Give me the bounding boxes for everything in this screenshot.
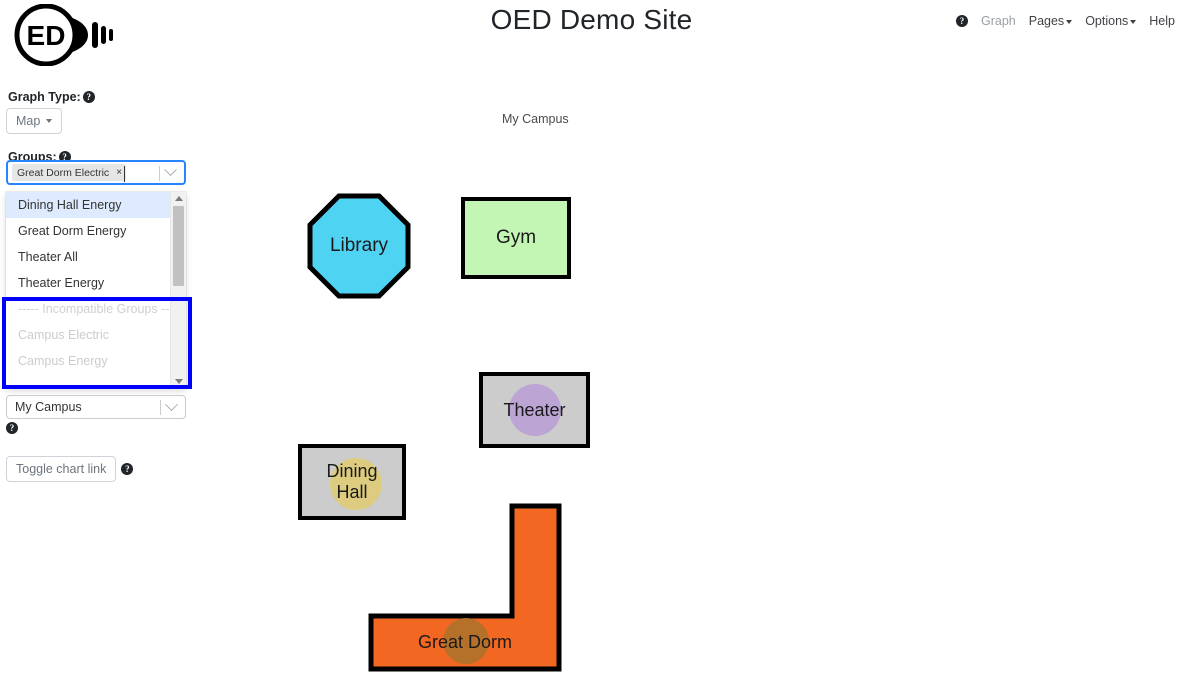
- graph-type-map-button[interactable]: Map: [6, 108, 63, 134]
- dropdown-chevron-icon[interactable]: [161, 396, 181, 418]
- building-usage-marker: [509, 384, 561, 436]
- dropdown-chevron-icon[interactable]: [160, 162, 180, 183]
- map-selector-value: My Campus: [15, 400, 82, 414]
- groups-dropdown-menu[interactable]: Dining Hall Energy Great Dorm Energy Theat…: [6, 192, 186, 388]
- selected-group-tag[interactable]: Great Dorm Electric ×: [12, 164, 127, 181]
- groups-multiselect[interactable]: Great Dorm Electric ×: [6, 160, 186, 185]
- nav-item-graph[interactable]: Graph: [981, 14, 1016, 28]
- map-building[interactable]: [307, 193, 411, 299]
- graph-type-map-label: Map: [16, 114, 41, 128]
- top-navigation: ? Graph Pages Options Help: [955, 14, 1175, 28]
- graph-type-label: Graph Type: ?: [8, 90, 206, 104]
- help-circle-icon[interactable]: ?: [121, 463, 134, 475]
- chevron-down-icon: [1066, 19, 1073, 24]
- selected-group-label: Great Dorm Electric: [17, 166, 110, 179]
- building-usage-marker: [443, 618, 489, 664]
- campus-map[interactable]: My Campus Library Gym Theater Dining Hall Gr…: [206, 88, 1183, 694]
- help-circle-icon[interactable]: ?: [82, 91, 95, 103]
- toggle-chart-link-row: Toggle chart link ?: [6, 456, 134, 482]
- map-building[interactable]: [479, 372, 590, 448]
- map-title: My Campus: [502, 112, 569, 126]
- toggle-chart-link-button[interactable]: Toggle chart link: [6, 456, 117, 482]
- dropdown-option: Campus Electric: [18, 328, 109, 342]
- map-building[interactable]: [368, 503, 562, 672]
- map-building[interactable]: [461, 197, 571, 279]
- scroll-down-arrow-icon[interactable]: [175, 379, 183, 384]
- sidebar-controls: Graph Type: ? Map Groups: ?: [6, 90, 206, 168]
- nav-item-pages[interactable]: Pages: [1028, 14, 1073, 28]
- scrollbar-thumb[interactable]: [173, 206, 184, 286]
- scroll-up-arrow-icon[interactable]: [175, 196, 183, 201]
- text-cursor: [124, 166, 125, 182]
- chevron-down-icon: [1130, 19, 1137, 24]
- dropdown-option[interactable]: Theater All: [6, 244, 186, 270]
- dropdown-option[interactable]: Dining Hall Energy: [6, 192, 186, 218]
- building-usage-marker: [330, 458, 382, 510]
- help-circle-icon[interactable]: ?: [6, 422, 18, 434]
- map-selector[interactable]: My Campus: [6, 395, 186, 419]
- app-root: ED OED Demo Site ? Graph Pages Options H…: [0, 0, 1183, 694]
- map-svg-layer: [298, 193, 590, 672]
- nav-item-options[interactable]: Options: [1085, 14, 1137, 28]
- help-circle-icon[interactable]: ?: [955, 15, 968, 27]
- graph-type-label-text: Graph Type:: [8, 90, 81, 104]
- nav-options-label: Options: [1085, 14, 1129, 28]
- dropdown-option: Campus Energy: [18, 354, 108, 368]
- dropdown-option[interactable]: Great Dorm Energy: [6, 218, 186, 244]
- chevron-down-icon: [46, 119, 53, 123]
- nav-pages-label: Pages: [1028, 14, 1065, 28]
- dropdown-option: ----- Incompatible Groups -----: [18, 302, 182, 316]
- dropdown-scrollbar[interactable]: [170, 192, 186, 388]
- nav-item-help[interactable]: Help: [1149, 14, 1175, 28]
- map-building[interactable]: [298, 444, 406, 520]
- dropdown-option[interactable]: Theater Energy: [6, 270, 186, 296]
